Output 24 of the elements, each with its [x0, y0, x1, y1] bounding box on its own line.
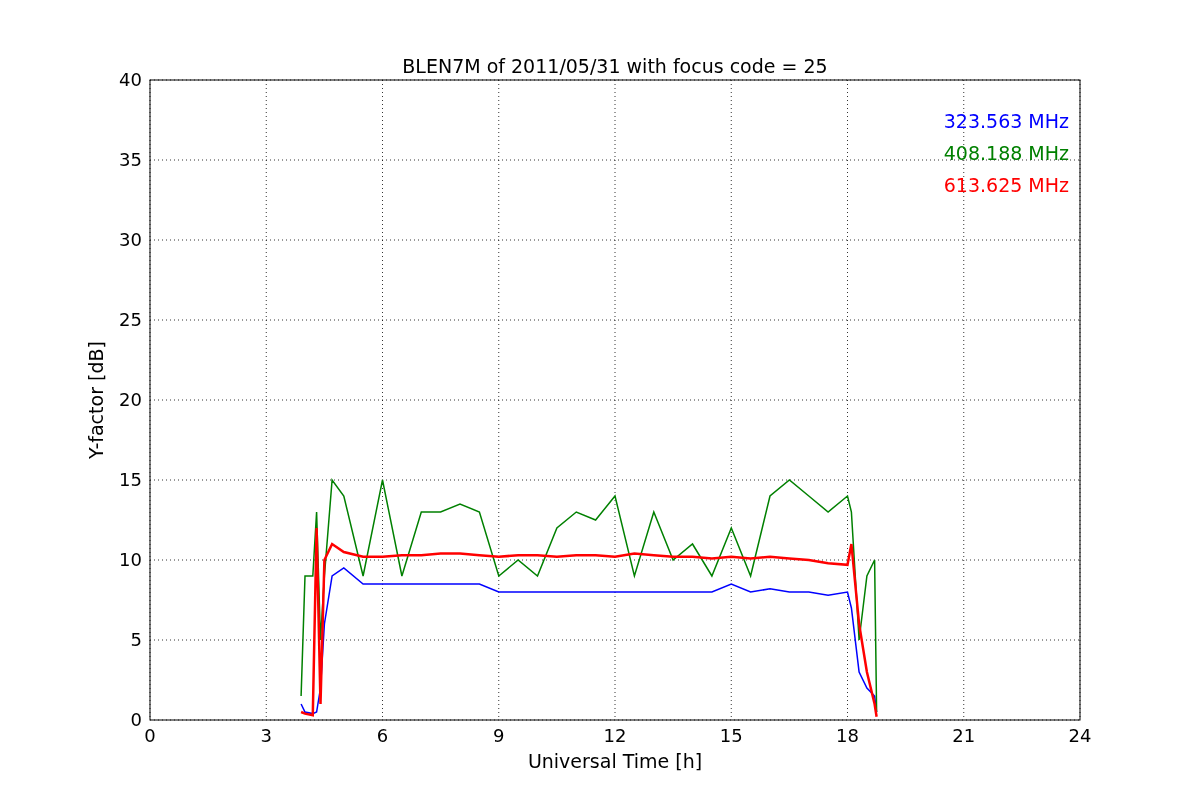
y-tick-label: 35	[119, 149, 142, 170]
x-tick-label: 6	[376, 725, 389, 746]
x-tick-label: 18	[836, 725, 859, 746]
y-tick-label: 40	[119, 69, 142, 90]
x-tick-label: 12	[603, 725, 627, 746]
x-axis-label: Universal Time [h]	[527, 750, 703, 772]
y-tick-label: 25	[119, 309, 142, 330]
x-tick-label: 21	[952, 725, 976, 746]
legend-label: 408.188 MHz	[943, 142, 1069, 164]
x-tick-label: 15	[719, 725, 743, 746]
y-tick-label: 5	[130, 629, 142, 650]
x-tick-label: 3	[260, 725, 272, 746]
x-tick-label: 9	[493, 725, 505, 746]
legend-label: 323.563 MHz	[943, 110, 1069, 132]
chart-title: BLEN7M of 2011/05/31 with focus code = 25	[402, 55, 828, 77]
y-tick-label: 30	[119, 229, 142, 250]
y-axis-label: Y-factor [dB]	[85, 341, 107, 459]
legend-label: 613.625 MHz	[943, 174, 1069, 196]
y-tick-label: 0	[130, 709, 142, 730]
x-tick-label: 0	[144, 725, 156, 746]
y-tick-label: 10	[119, 549, 142, 570]
y-tick-label: 20	[119, 389, 142, 410]
x-tick-label: 24	[1068, 725, 1092, 746]
y-tick-label: 15	[119, 469, 142, 490]
